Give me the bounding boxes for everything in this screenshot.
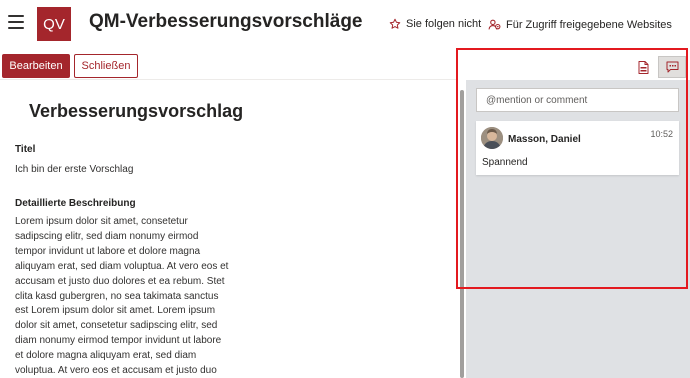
avatar — [481, 127, 503, 149]
star-icon — [389, 18, 401, 29]
comments-panel: Masson, Daniel 10:52 Spannend — [458, 48, 690, 378]
form-title: Verbesserungsvorschlag — [29, 101, 244, 121]
comment-author: Masson, Daniel — [508, 134, 581, 145]
field-value-beschreibung: Lorem ipsum dolor sit amet, consetetur s… — [15, 216, 229, 377]
document-icon — [638, 60, 648, 74]
close-button[interactable]: Schließen — [74, 54, 138, 78]
scrollbar[interactable] — [458, 80, 466, 378]
site-logo[interactable]: QV — [37, 7, 71, 41]
site-title[interactable]: QM-Verbesserungsvorschläge — [89, 11, 363, 33]
field-label-titel: Titel — [15, 144, 36, 155]
comment-text: Spannend — [482, 157, 528, 168]
field-label-beschreibung: Detaillierte Beschreibung — [15, 198, 136, 209]
field-value-titel: Ich bin der erste Vorschlag — [15, 164, 134, 175]
edit-button[interactable]: Bearbeiten — [2, 54, 70, 78]
tab-comments[interactable] — [658, 56, 686, 78]
scrollbar-thumb[interactable] — [460, 90, 464, 378]
shared-sites-icon — [488, 19, 501, 30]
comment-icon — [666, 61, 678, 73]
menu-icon[interactable] — [8, 15, 24, 29]
follow-label: Sie folgen nicht — [406, 18, 482, 30]
shared-sites-button[interactable]: Für Zugriff freigegebene Websites — [488, 18, 672, 31]
tab-details[interactable] — [630, 56, 656, 78]
comment-input[interactable] — [476, 88, 679, 112]
follow-button[interactable]: Sie folgen nicht — [389, 18, 481, 30]
comment-time: 10:52 — [650, 129, 673, 139]
toolbar-divider — [0, 79, 458, 80]
shared-sites-label: Für Zugriff freigegebene Websites — [506, 18, 672, 31]
comment-card: Masson, Daniel 10:52 Spannend — [476, 121, 679, 175]
